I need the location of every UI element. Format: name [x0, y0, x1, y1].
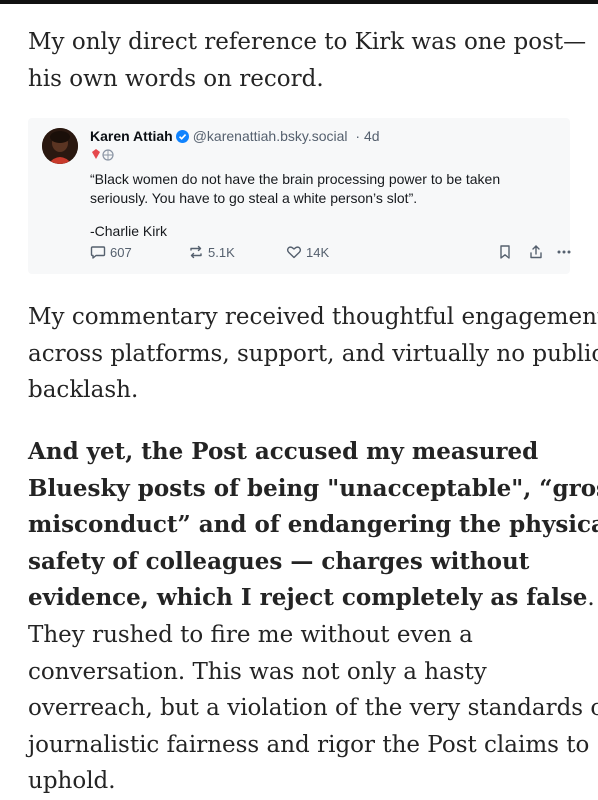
heart-icon [286, 246, 302, 259]
bold-text-line: Bluesky posts of being "unacceptable", “… [28, 474, 598, 502]
speech-bubble-icon [90, 246, 106, 259]
profile-badges [90, 148, 122, 162]
author-name[interactable]: Karen Attiah [90, 128, 173, 144]
sentence-period: . [587, 585, 595, 612]
post-text-line: “Black women do not have the brain proce… [90, 171, 501, 187]
post-time: · 4d [355, 128, 380, 144]
text-line: overreach, but a violation of the very s… [28, 695, 598, 722]
bold-text-line: misconduct” and of endangering the physi… [28, 511, 598, 539]
share-button[interactable] [528, 244, 544, 260]
bold-text-line: safety of colleagues — charges without [28, 547, 530, 575]
text-line: his own words on record. [28, 65, 324, 92]
repost-arrows-icon [190, 245, 202, 259]
paragraph-intro: My only direct reference to Kirk was one… [28, 24, 587, 97]
text-line: uphold. [28, 768, 116, 795]
text-line: conversation. This was not only a hasty [28, 658, 487, 685]
post-text-line: seriously. You have to go steal a white … [90, 190, 418, 206]
share-icon [530, 245, 542, 259]
paragraph-accusation: And yet, the Post accused my measured Bl… [28, 434, 598, 800]
like-button[interactable]: 14K [286, 244, 329, 260]
ellipsis-icon [557, 250, 571, 254]
reply-button[interactable]: 607 [90, 244, 132, 260]
bookmark-icon [500, 245, 510, 259]
verified-check-icon [175, 130, 189, 146]
bookmark-button[interactable] [498, 244, 512, 260]
text-line: journalistic fairness and rigor the Post… [28, 731, 590, 758]
text-line: My only direct reference to Kirk was one… [28, 29, 587, 55]
post-text: “Black women do not have the brain proce… [90, 170, 560, 208]
post-actions: 607 5.1K 14K [90, 244, 571, 264]
avatar[interactable] [42, 128, 78, 164]
paragraph-commentary: My commentary received thoughtful engage… [28, 299, 598, 409]
bold-text-line: And yet, the Post accused my measured [28, 438, 539, 465]
top-edge-bar [0, 0, 598, 4]
text-line: across platforms, support, and virtually… [28, 340, 598, 367]
text-line: My commentary received thoughtful engage… [28, 304, 598, 330]
bold-text-line: evidence, which I reject completely as f… [28, 584, 588, 612]
reply-count: 607 [110, 244, 132, 260]
repost-button[interactable]: 5.1K [188, 244, 235, 260]
post-header: Karen Attiah @karenattiah.bsky.social · 4… [90, 128, 380, 146]
text-line: They rushed to fire me without even a [28, 621, 473, 648]
badge-icons [92, 149, 114, 161]
repost-count: 5.1K [208, 244, 235, 260]
embedded-post-card[interactable]: Karen Attiah @karenattiah.bsky.social · 4… [28, 118, 571, 274]
text-line: backlash. [28, 377, 139, 404]
author-handle[interactable]: @karenattiah.bsky.social [193, 128, 348, 144]
post-signature: -Charlie Kirk [90, 223, 168, 239]
like-count: 14K [306, 244, 330, 260]
more-options-button[interactable] [556, 244, 572, 260]
